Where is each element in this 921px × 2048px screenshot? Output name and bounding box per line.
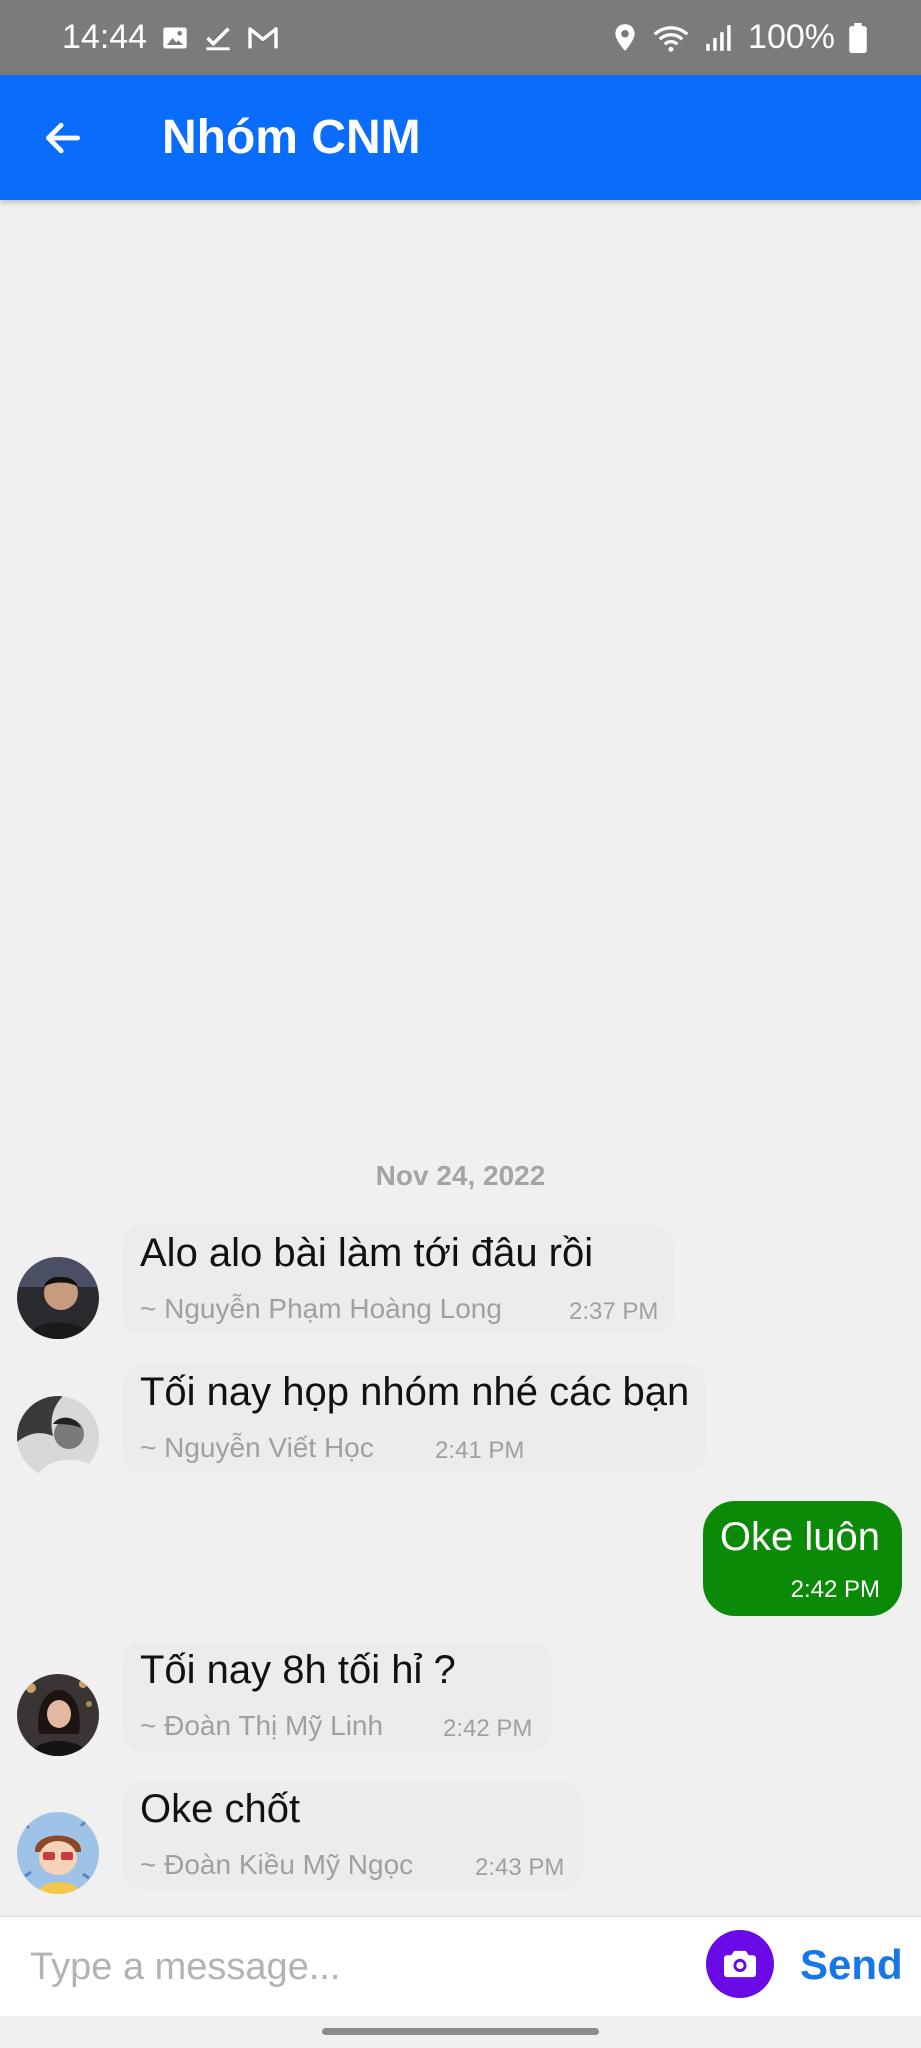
gmail-icon	[247, 25, 279, 51]
home-indicator[interactable]	[322, 2028, 599, 2035]
message-sender: ~ Nguyễn Phạm Hoàng Long	[140, 1293, 502, 1324]
camera-icon	[724, 1950, 756, 1978]
message-time: 2:37 PM	[569, 1298, 659, 1325]
camera-button[interactable]	[706, 1930, 774, 1998]
avatar[interactable]	[17, 1674, 99, 1756]
message-sender: ~ Đoàn Kiều Mỹ Ngọc	[140, 1849, 414, 1880]
message-input[interactable]	[30, 1935, 690, 1999]
avatar[interactable]	[17, 1257, 99, 1339]
message-sender: ~ Nguyễn Viết Học	[140, 1432, 374, 1463]
message-bubble[interactable]: Tối nay họp nhóm nhé các bạn ~ Nguyễn Vi…	[122, 1364, 706, 1473]
message-bubble[interactable]: Oke chốt ~ Đoàn Kiều Mỹ Ngọc 2:43 PM	[122, 1781, 583, 1890]
status-time: 14:44	[62, 18, 148, 56]
message-composer: Send	[0, 1916, 921, 2016]
check-icon	[203, 24, 233, 52]
message-bubble[interactable]: Alo alo bài làm tới đâu rồi ~ Nguyễn Phạ…	[122, 1225, 674, 1334]
wifi-icon	[652, 23, 690, 53]
message-bubble-outgoing[interactable]: Oke luôn 2:42 PM	[703, 1501, 902, 1616]
message-time: 2:42 PM	[790, 1576, 880, 1603]
battery-icon	[849, 22, 867, 53]
message-text: Tối nay họp nhóm nhé các bạn	[140, 1370, 690, 1414]
message-time: 2:41 PM	[435, 1437, 525, 1464]
avatar[interactable]	[17, 1396, 99, 1478]
navigation-bar	[0, 2016, 921, 2048]
message-text: Oke luôn	[719, 1515, 880, 1559]
status-left: 14:44	[62, 18, 279, 57]
message-time: 2:43 PM	[475, 1854, 565, 1881]
message-text: Alo alo bài làm tới đâu rồi	[140, 1231, 594, 1275]
location-icon	[612, 23, 638, 53]
chat-title: Nhóm CNM	[162, 111, 421, 164]
battery-percent: 100%	[748, 18, 835, 56]
status-bar: 14:44 100%	[0, 0, 921, 75]
image-icon	[161, 24, 189, 52]
arrow-left-icon	[45, 122, 81, 153]
back-button[interactable]	[28, 103, 98, 173]
app-bar: Nhóm CNM	[0, 75, 921, 200]
message-text: Tối nay 8h tối hỉ ?	[140, 1648, 456, 1692]
send-button[interactable]: Send	[800, 1941, 903, 1989]
message-sender: ~ Đoàn Thị Mỹ Linh	[140, 1710, 384, 1741]
message-bubble[interactable]: Tối nay 8h tối hỉ ? ~ Đoàn Thị Mỹ Linh 2…	[122, 1642, 552, 1751]
status-right: 100%	[612, 18, 867, 57]
message-time: 2:42 PM	[443, 1715, 533, 1742]
avatar[interactable]	[17, 1812, 99, 1894]
date-separator: Nov 24, 2022	[375, 1160, 546, 1191]
signal-icon	[704, 24, 734, 52]
message-text: Oke chốt	[140, 1787, 301, 1831]
